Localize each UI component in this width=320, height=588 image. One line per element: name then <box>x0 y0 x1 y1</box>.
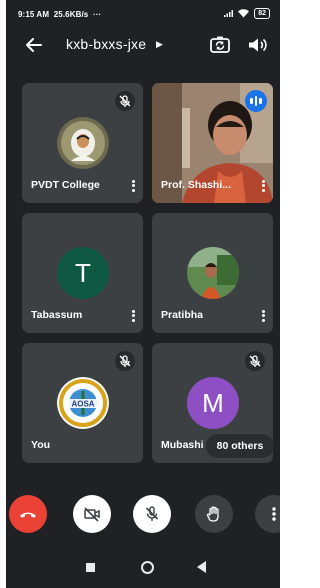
more-vert-icon[interactable] <box>259 308 267 324</box>
call-controls <box>6 495 280 535</box>
meeting-code[interactable]: kxb-bxxs-jxe <box>66 36 146 52</box>
participant-tile[interactable]: T Tabassum <box>22 213 143 333</box>
mic-toggle-button[interactable] <box>133 495 171 533</box>
caret-right-icon[interactable]: ▶ <box>156 39 163 50</box>
participant-name: You <box>31 439 51 451</box>
participant-avatar-photo <box>187 247 239 299</box>
more-vert-icon[interactable] <box>129 178 137 194</box>
participant-avatar-letter: T <box>57 247 109 299</box>
participant-avatar-letter: M <box>187 377 239 429</box>
system-nav-bar <box>6 552 280 588</box>
status-more: ··· <box>93 10 102 19</box>
speaking-indicator-icon <box>245 90 267 112</box>
meet-app-screen: 9:15 AM 25.6KB/s ··· 82 kxb-bxxs-jxe ▶ P… <box>6 0 280 588</box>
status-right: 82 <box>223 8 270 19</box>
mic-off-icon <box>245 351 265 371</box>
phone-hangup-icon <box>20 512 36 518</box>
more-vert-icon[interactable] <box>129 308 137 324</box>
participant-name: Tabassum <box>31 309 83 321</box>
mic-off-icon <box>145 506 159 521</box>
others-count-chip[interactable]: 80 others <box>206 434 274 458</box>
recents-icon[interactable] <box>86 563 95 572</box>
battery-level: 82 <box>254 8 270 19</box>
participant-name: Mubashi <box>161 439 204 451</box>
participant-avatar-photo <box>57 117 109 169</box>
svg-text:AOSA: AOSA <box>71 400 94 409</box>
mic-off-icon <box>115 351 135 371</box>
camera-toggle-button[interactable] <box>73 495 111 533</box>
raise-hand-button[interactable] <box>195 495 233 533</box>
mic-off-icon <box>115 91 135 111</box>
wifi-icon <box>238 9 250 18</box>
end-call-button[interactable] <box>9 495 47 533</box>
back-triangle-icon[interactable] <box>197 561 206 573</box>
participant-name: Prof. Shashi... <box>161 179 232 191</box>
more-vert-icon <box>272 507 276 521</box>
participant-tile[interactable]: PVDT College <box>22 83 143 203</box>
participant-avatar-logo: AOSA <box>57 377 109 429</box>
participant-name: PVDT College <box>31 179 100 191</box>
participant-name: Pratibha <box>161 309 204 321</box>
back-arrow-icon[interactable] <box>24 35 44 55</box>
speaker-icon[interactable] <box>246 34 268 56</box>
participant-tile[interactable]: Pratibha <box>152 213 273 333</box>
participant-video-tile[interactable]: Prof. Shashi... <box>152 83 273 203</box>
home-icon[interactable] <box>141 561 154 574</box>
hand-icon <box>206 506 219 522</box>
more-options-button[interactable] <box>255 495 280 533</box>
self-tile[interactable]: AOSA You <box>22 343 143 463</box>
switch-camera-icon[interactable] <box>209 34 231 56</box>
signal-icon <box>224 10 234 17</box>
status-bar: 9:15 AM 25.6KB/s ··· 82 <box>6 0 280 28</box>
status-time: 9:15 AM <box>18 10 50 19</box>
status-left: 9:15 AM 25.6KB/s ··· <box>18 10 101 19</box>
meeting-header: kxb-bxxs-jxe ▶ <box>6 28 280 62</box>
status-speed: 25.6KB/s <box>53 10 89 19</box>
camera-off-icon <box>84 507 100 522</box>
more-vert-icon[interactable] <box>259 178 267 194</box>
